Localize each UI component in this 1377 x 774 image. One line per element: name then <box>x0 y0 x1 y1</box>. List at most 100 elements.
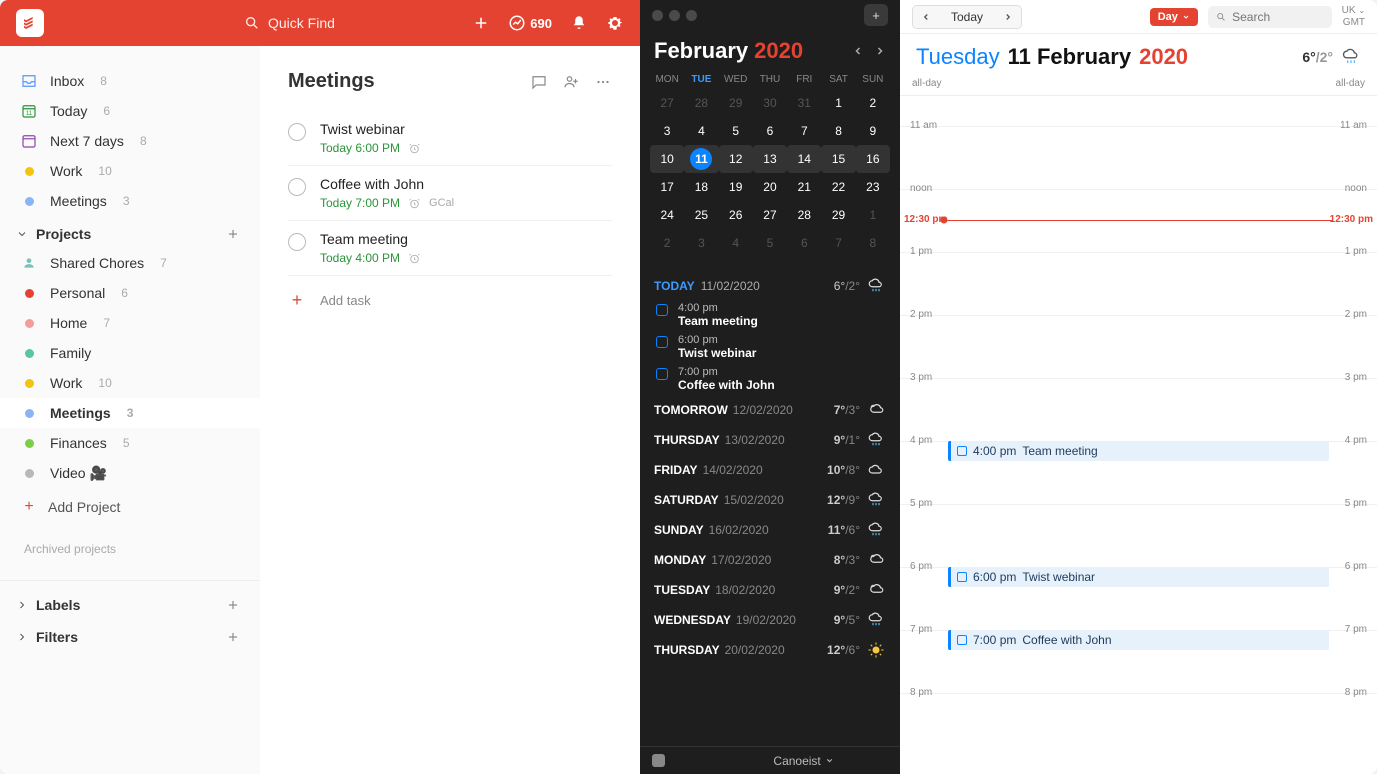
task-row[interactable]: Team meeting Today 4:00 PM <box>288 221 612 276</box>
forecast-row[interactable]: THURSDAY13/02/20209°/1° <box>654 425 886 455</box>
sidebar-project[interactable]: Personal6 <box>0 278 260 308</box>
search-input[interactable] <box>1232 10 1324 24</box>
calendar-set-selector[interactable]: Canoeist <box>773 754 833 768</box>
hour-grid[interactable]: 11 am11 amnoonnoon1 pm1 pm2 pm2 pm3 pm3 … <box>900 96 1377 774</box>
forecast-row[interactable]: TUESDAY18/02/20209°/2° <box>654 575 886 605</box>
forecast-row[interactable]: THURSDAY20/02/202012°/6° <box>654 635 886 665</box>
calendar-day[interactable]: 13 <box>753 145 787 173</box>
calendar-day[interactable]: 27 <box>753 201 787 229</box>
event-checkbox[interactable] <box>656 304 668 316</box>
sidebar-project[interactable]: Video 🎥 <box>0 458 260 488</box>
calendar-day[interactable]: 28 <box>684 89 718 117</box>
calendar-day[interactable]: 3 <box>650 117 684 145</box>
forecast-row[interactable]: TOMORROW12/02/20207°/3° <box>654 395 886 425</box>
calendar-day[interactable]: 26 <box>719 201 753 229</box>
settings-button[interactable] <box>606 14 624 32</box>
filters-section[interactable]: Filters <box>0 621 260 653</box>
calendar-day[interactable]: 21 <box>787 173 821 201</box>
forecast-row[interactable]: FRIDAY14/02/202010°/8° <box>654 455 886 485</box>
comments-button[interactable] <box>530 73 548 91</box>
calendar-day[interactable]: 6 <box>787 229 821 257</box>
calendar-day[interactable]: 15 <box>821 145 855 173</box>
task-checkbox[interactable] <box>288 123 306 141</box>
quick-find[interactable]: Quick Find <box>244 15 472 31</box>
sidebar-favorite[interactable]: Work10 <box>0 156 260 186</box>
forecast-row[interactable]: WEDNESDAY19/02/20209°/5° <box>654 605 886 635</box>
calendar-day[interactable]: 14 <box>787 145 821 173</box>
calendar-day[interactable]: 20 <box>753 173 787 201</box>
calendar-day[interactable]: 25 <box>684 201 718 229</box>
event-checkbox[interactable] <box>957 635 967 645</box>
traffic-lights[interactable] <box>652 10 697 21</box>
task-checkbox[interactable] <box>288 233 306 251</box>
event-checkbox[interactable] <box>957 572 967 582</box>
add-icon[interactable] <box>226 630 240 644</box>
calendar-day[interactable]: 9 <box>856 117 890 145</box>
share-button[interactable] <box>562 73 580 91</box>
calendar-day[interactable]: 3 <box>684 229 718 257</box>
calendar-day[interactable]: 6 <box>753 117 787 145</box>
productivity-button[interactable]: 690 <box>508 14 552 32</box>
add-icon[interactable] <box>226 598 240 612</box>
archived-projects[interactable]: Archived projects <box>0 526 260 572</box>
timezone-selector[interactable]: UK ⌄ GMT <box>1342 5 1365 29</box>
calendar-day[interactable]: 12 <box>719 145 753 173</box>
projects-header[interactable]: Projects <box>0 216 260 248</box>
sidebar-project[interactable]: Meetings3 <box>0 398 260 428</box>
calendar-day[interactable]: 27 <box>650 89 684 117</box>
next-month-button[interactable] <box>874 45 886 57</box>
labels-section[interactable]: Labels <box>0 589 260 621</box>
calendar-day[interactable]: 11 <box>684 145 718 173</box>
calendar-day[interactable]: 2 <box>650 229 684 257</box>
event-checkbox[interactable] <box>656 368 668 380</box>
notifications-button[interactable] <box>570 14 588 32</box>
calendar-day[interactable]: 7 <box>787 117 821 145</box>
task-row[interactable]: Twist webinar Today 6:00 PM <box>288 111 612 166</box>
sidebar-next7[interactable]: Next 7 days 8 <box>0 126 260 156</box>
event-checkbox[interactable] <box>957 446 967 456</box>
calendar-day[interactable]: 8 <box>856 229 890 257</box>
sidebar-inbox[interactable]: Inbox 8 <box>0 66 260 96</box>
add-project-icon[interactable] <box>226 227 240 241</box>
calendar-day[interactable]: 18 <box>684 173 718 201</box>
calendar-day[interactable]: 10 <box>650 145 684 173</box>
calendar-event[interactable]: 7:00 pm Coffee with John <box>948 630 1329 650</box>
calendar-day[interactable]: 24 <box>650 201 684 229</box>
add-event-button[interactable]: + <box>864 4 888 26</box>
forecast-row[interactable]: MONDAY17/02/20208°/3° <box>654 545 886 575</box>
footer-checkbox[interactable] <box>652 754 665 767</box>
mini-event[interactable]: 4:00 pmTeam meeting <box>654 299 886 331</box>
calendar-day[interactable]: 4 <box>684 117 718 145</box>
calendar-event[interactable]: 4:00 pm Team meeting <box>948 441 1329 461</box>
calendar-day[interactable]: 19 <box>719 173 753 201</box>
forecast-row[interactable]: SUNDAY16/02/202011°/6° <box>654 515 886 545</box>
add-project-button[interactable]: + Add Project <box>0 488 260 526</box>
quick-add-button[interactable] <box>472 14 490 32</box>
task-row[interactable]: Coffee with John Today 7:00 PM GCal <box>288 166 612 221</box>
sidebar-today[interactable]: 11 Today 6 <box>0 96 260 126</box>
calendar-day[interactable]: 23 <box>856 173 890 201</box>
forecast-row[interactable]: SATURDAY15/02/202012°/9° <box>654 485 886 515</box>
calendar-day[interactable]: 8 <box>821 117 855 145</box>
mini-event[interactable]: 7:00 pmCoffee with John <box>654 363 886 395</box>
calendar-day[interactable]: 29 <box>719 89 753 117</box>
calendar-day[interactable]: 1 <box>821 89 855 117</box>
calendar-day[interactable]: 16 <box>856 145 890 173</box>
prev-month-button[interactable] <box>852 45 864 57</box>
calendar-day[interactable]: 29 <box>821 201 855 229</box>
event-checkbox[interactable] <box>656 336 668 348</box>
today-button[interactable]: Today <box>939 6 995 28</box>
calendar-day[interactable]: 31 <box>787 89 821 117</box>
next-day-button[interactable] <box>995 6 1021 28</box>
search-field[interactable] <box>1208 6 1332 28</box>
sidebar-project[interactable]: Work10 <box>0 368 260 398</box>
calendar-event[interactable]: 6:00 pm Twist webinar <box>948 567 1329 587</box>
more-button[interactable] <box>594 73 612 91</box>
calendar-day[interactable]: 5 <box>753 229 787 257</box>
calendar-day[interactable]: 2 <box>856 89 890 117</box>
prev-day-button[interactable] <box>913 6 939 28</box>
calendar-day[interactable]: 22 <box>821 173 855 201</box>
calendar-day[interactable]: 17 <box>650 173 684 201</box>
sidebar-project[interactable]: Home7 <box>0 308 260 338</box>
sidebar-project[interactable]: Family <box>0 338 260 368</box>
